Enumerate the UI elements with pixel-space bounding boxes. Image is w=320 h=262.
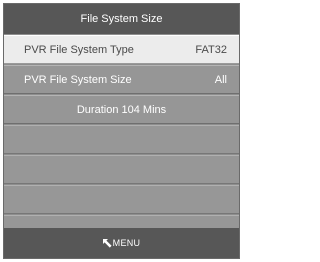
pvr-file-system-size-item[interactable]: PVR File System Size All bbox=[4, 65, 239, 94]
file-system-size-menu: File System Size PVR File System Type FA… bbox=[3, 3, 240, 259]
menu-footer-label: MENU bbox=[112, 238, 141, 248]
empty-row bbox=[4, 125, 239, 154]
pvr-file-system-type-label: PVR File System Type bbox=[24, 43, 134, 56]
empty-row bbox=[4, 185, 239, 214]
menu-arrow-icon bbox=[102, 238, 112, 248]
empty-row bbox=[4, 155, 239, 184]
pvr-file-system-size-label: PVR File System Size bbox=[24, 73, 132, 86]
menu-title: File System Size bbox=[4, 4, 239, 34]
duration-row: Duration 104 Mins bbox=[4, 95, 239, 124]
menu-footer[interactable]: MENU bbox=[4, 228, 239, 258]
pvr-file-system-type-value: FAT32 bbox=[195, 43, 227, 56]
pvr-file-system-type-item[interactable]: PVR File System Type FAT32 bbox=[4, 35, 239, 64]
duration-text: Duration 104 Mins bbox=[76, 103, 167, 116]
pvr-file-system-size-value: All bbox=[214, 73, 227, 86]
